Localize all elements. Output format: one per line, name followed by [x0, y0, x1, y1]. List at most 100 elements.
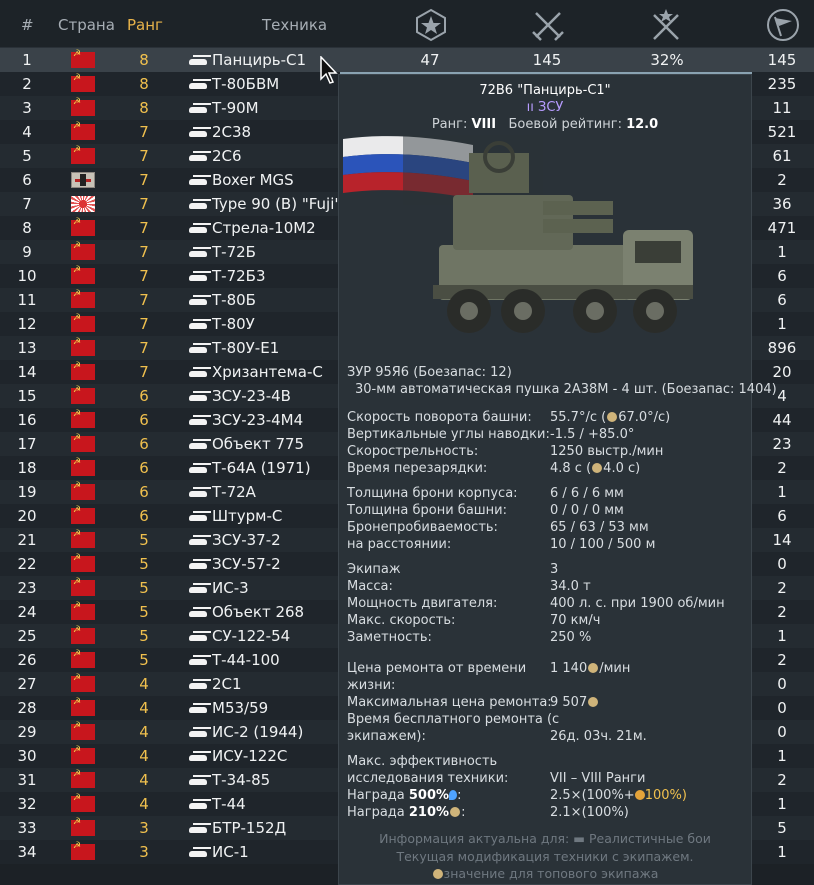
vehicle-name: Т-80БВМ [212, 75, 280, 93]
kills-icon[interactable] [531, 8, 565, 42]
row-number: 34 [17, 843, 37, 861]
flags-value: 1 [777, 315, 787, 333]
flag-icon[interactable] [766, 8, 800, 42]
header-rank[interactable]: Ранг [127, 16, 163, 34]
flags-value: 1 [777, 795, 787, 813]
row-number: 13 [17, 339, 37, 357]
row-rank: 5 [139, 555, 149, 573]
ground-vehicle-icon [185, 583, 211, 593]
flags-value: 1 [777, 747, 787, 765]
row-number: 5 [22, 147, 32, 165]
weapon-line-1: ЗУР 95Я6 (Боезапас: 12) [347, 365, 512, 380]
vehicle-name: Стрела-10М2 [212, 219, 316, 237]
research-points-icon [449, 790, 458, 800]
table-row[interactable]: 1 8 Панцирь-С1 47 145 32% 145 [0, 48, 814, 72]
vehicle-name: Т-34-85 [212, 771, 271, 789]
flags-value: 896 [767, 339, 797, 357]
ground-vehicle-icon [185, 631, 211, 641]
row-rank: 4 [139, 795, 149, 813]
country-flag-icon [71, 553, 95, 572]
flags-value: 0 [777, 699, 787, 717]
country-flag-icon [71, 196, 95, 212]
row-rank: 3 [139, 819, 149, 837]
flags-value: 0 [777, 675, 787, 693]
header-vehicle[interactable]: Техника [262, 16, 327, 34]
footer-line-3: значение для топового экипажа [339, 866, 751, 881]
stat-label: Время перезарядки: [347, 461, 488, 476]
winrate-icon[interactable] [649, 8, 683, 42]
row-rank: 6 [139, 507, 149, 525]
country-flag-icon [71, 172, 95, 188]
flags-value: 521 [767, 123, 797, 141]
country-flag-icon [71, 577, 95, 596]
country-flag-icon [71, 817, 95, 836]
country-flag-icon [71, 145, 95, 164]
free-repair-label-1: Время бесплатного ремонта (с [347, 712, 560, 727]
flags-value: 1 [777, 483, 787, 501]
vehicle-name: Т-80У-Е1 [212, 339, 280, 357]
country-flag-icon [71, 337, 95, 356]
row-rank: 5 [139, 603, 149, 621]
stat-label: Скорострельность: [347, 444, 479, 459]
ground-vehicle-icon [185, 223, 211, 233]
country-flag-icon [71, 649, 95, 668]
flags-value: 61 [772, 147, 792, 165]
header-num[interactable]: # [21, 16, 34, 34]
country-flag-icon [71, 121, 95, 140]
repair-time-value: 1 140/мин [550, 661, 631, 676]
ground-vehicle-icon [185, 847, 211, 857]
battles-icon[interactable] [414, 8, 448, 42]
row-number: 3 [22, 99, 32, 117]
reward-2-value: 2.1×(100%) [550, 805, 629, 820]
row-number: 21 [17, 531, 37, 549]
row-rank: 7 [139, 195, 149, 213]
premium-icon [634, 790, 645, 800]
row-number: 18 [17, 459, 37, 477]
flags-value: 0 [777, 555, 787, 573]
vehicle-name: ЗСУ-37-2 [212, 531, 281, 549]
ground-vehicle-icon [185, 439, 211, 449]
vehicle-name: M53/59 [212, 699, 269, 717]
row-rank: 5 [139, 627, 149, 645]
vehicle-name: Т-80У [212, 315, 255, 333]
ground-vehicle-icon [185, 199, 211, 209]
flags-value: 6 [777, 267, 787, 285]
ground-vehicle-icon [185, 655, 211, 665]
vehicle-name: Штурм-С [212, 507, 283, 525]
ground-vehicle-icon [185, 103, 211, 113]
vehicle-image [343, 135, 693, 333]
vehicle-name: ЗСУ-57-2 [212, 555, 281, 573]
ground-vehicle-icon [185, 271, 211, 281]
top-crew-icon [432, 869, 443, 879]
flags-value: 5 [777, 819, 787, 837]
silver-lions-icon [588, 663, 599, 673]
free-repair-label-2: экипажем): [347, 729, 426, 744]
vehicle-name: Type 90 (B) "Fuji" [212, 195, 342, 213]
row-number: 15 [17, 387, 37, 405]
header-country[interactable]: Страна [58, 16, 115, 34]
ground-vehicle-icon [185, 319, 211, 329]
country-flag-icon [71, 73, 95, 92]
flags-value: 235 [767, 75, 797, 93]
row-number: 22 [17, 555, 37, 573]
stat-value: 70 км/ч [550, 613, 601, 628]
stat-value: 4.8 с (4.0 с) [550, 461, 641, 476]
stat-value: 10 / 100 / 500 м [550, 537, 656, 552]
flags-value: 2 [777, 579, 787, 597]
ground-vehicle-icon [185, 535, 211, 545]
flags-value: 36 [772, 195, 792, 213]
country-flag-icon [71, 673, 95, 692]
row-rank: 4 [139, 771, 149, 789]
flags-value: 1 [777, 843, 787, 861]
ground-vehicle-icon [185, 511, 211, 521]
research-eff-label-1: Макс. эффективность [347, 754, 498, 769]
ground-vehicle-icon [185, 799, 211, 809]
stat-value: 55.7°/с (67.0°/с) [550, 410, 671, 425]
flags-value: 20 [772, 363, 792, 381]
row-number: 8 [22, 219, 32, 237]
row-rank: 7 [139, 339, 149, 357]
row-number: 29 [17, 723, 37, 741]
stat-value: 3 [550, 562, 559, 577]
stat-value: 34.0 т [550, 579, 591, 594]
flags-value: 23 [772, 435, 792, 453]
